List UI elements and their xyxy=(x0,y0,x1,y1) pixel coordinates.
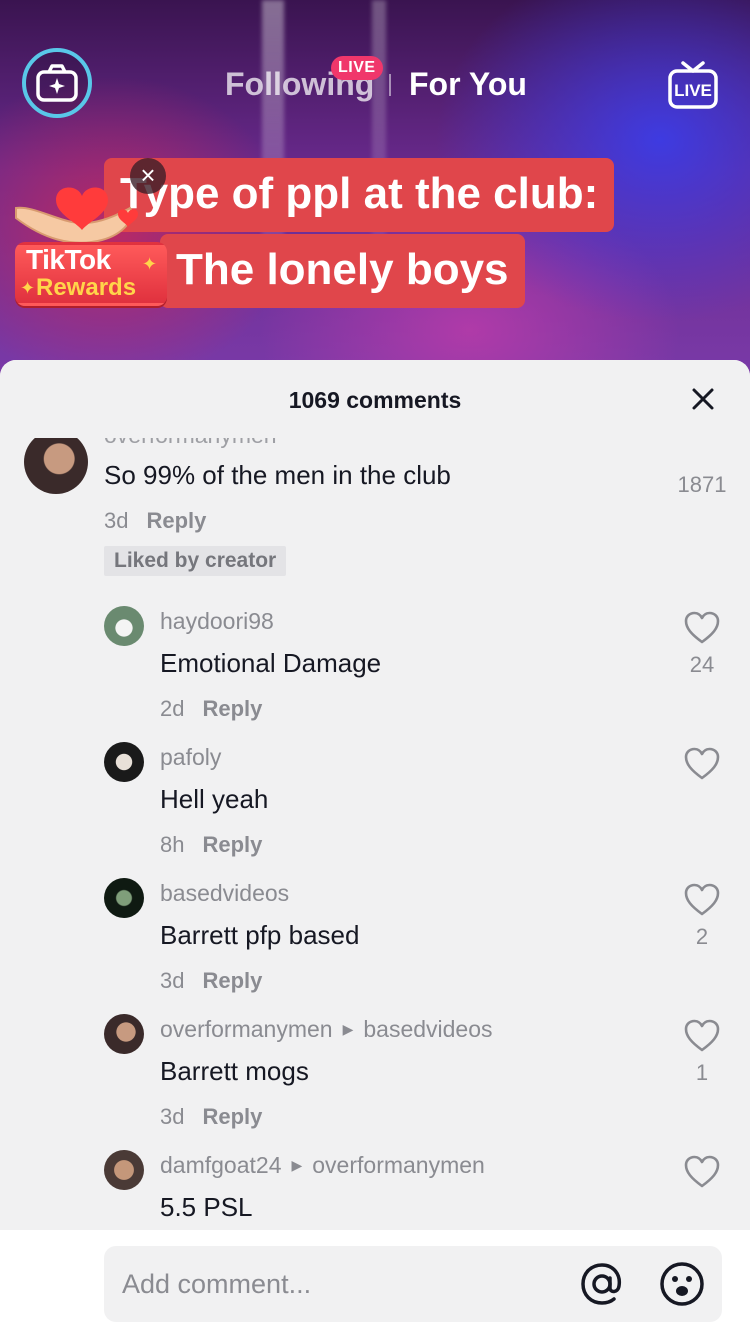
hand-heart-icon xyxy=(15,187,138,244)
heart-icon xyxy=(684,1019,720,1052)
heart-icon xyxy=(684,1155,720,1188)
comment-time: 2d xyxy=(160,696,185,721)
reply-button[interactable]: Reply xyxy=(202,696,262,721)
video-caption-line2: The lonely boys xyxy=(160,234,525,308)
comment-username[interactable]: pafoly xyxy=(160,744,221,771)
like-count: 24 xyxy=(689,652,715,677)
reply-to-username[interactable]: overformanymen xyxy=(312,1152,485,1178)
tab-for-you[interactable]: For You xyxy=(409,66,527,103)
tab-divider xyxy=(389,74,391,96)
comments-sheet: 1069 comments overformanymen So 99% of t… xyxy=(0,360,750,1334)
live-tv-icon: LIVE xyxy=(668,61,718,109)
heart-icon xyxy=(684,747,720,780)
comments-list[interactable]: overformanymen So 99% of the men in the … xyxy=(0,420,750,1230)
live-badge: LIVE xyxy=(331,56,383,80)
live-tv-label: LIVE xyxy=(674,81,712,100)
video-background[interactable]: Following LIVE For You LIVE Type of ppl … xyxy=(0,0,750,380)
comment-username-line: damfgoat24 ▶ overformanymen xyxy=(160,1152,485,1179)
like-button[interactable] xyxy=(682,1154,722,1195)
like-count: 1 xyxy=(695,1060,709,1085)
avatar[interactable] xyxy=(104,742,144,782)
reply-button[interactable]: Reply xyxy=(202,832,262,857)
heart-icon xyxy=(684,883,720,916)
rewards-subtitle: Rewards xyxy=(36,274,137,301)
comment-time: 3d xyxy=(160,1104,185,1129)
reply-arrow-icon: ▶ xyxy=(342,1021,354,1037)
avatar[interactable] xyxy=(104,878,144,918)
comment-time: 3d xyxy=(160,968,185,993)
comment-username[interactable]: basedvideos xyxy=(160,880,289,907)
avatar[interactable] xyxy=(104,1150,144,1190)
comment-meta: 3d Reply xyxy=(160,1104,262,1130)
mention-icon[interactable] xyxy=(578,1260,626,1308)
video-caption-line1: Type of ppl at the club: xyxy=(104,158,615,232)
reply-button[interactable]: Reply xyxy=(202,968,262,993)
reply-arrow-icon: ▶ xyxy=(291,1157,303,1173)
like-count: 2 xyxy=(695,924,709,949)
close-icon[interactable] xyxy=(688,384,718,414)
comment-username[interactable]: haydoori98 xyxy=(160,608,274,635)
like-count: 1871 xyxy=(677,472,727,497)
heart-icon xyxy=(684,611,720,644)
avatar[interactable] xyxy=(104,1014,144,1054)
comment-meta: 2d Reply xyxy=(160,696,262,722)
tiktok-rewards-promo[interactable]: × TikTok ✦ ✦ Rewards xyxy=(10,158,170,310)
comment-time: 8h xyxy=(160,832,185,857)
sparkle-icon: ✦ xyxy=(20,278,36,298)
comment-time: 3d xyxy=(104,508,129,533)
comment-username[interactable]: damfgoat24 xyxy=(160,1152,281,1178)
rewards-close-button[interactable]: × xyxy=(130,158,166,194)
comment-meta: 8h Reply xyxy=(160,832,262,858)
reply-to-username[interactable]: basedvideos xyxy=(363,1016,492,1042)
sparkle-icon: ✦ xyxy=(142,254,158,274)
reply-button[interactable]: Reply xyxy=(146,508,206,533)
comment-text: Barrett pfp based xyxy=(160,920,360,950)
liked-by-creator-badge: Liked by creator xyxy=(104,546,287,576)
like-button[interactable] xyxy=(682,882,722,923)
avatar[interactable] xyxy=(104,606,144,646)
comment-username-line: overformanymen ▶ basedvideos xyxy=(160,1016,493,1043)
comment-text: Hell yeah xyxy=(160,784,269,814)
comment-text: Barrett mogs xyxy=(160,1056,309,1086)
comment-meta: 3d Reply xyxy=(160,968,262,994)
like-button[interactable] xyxy=(682,1018,722,1059)
comment-input-bar xyxy=(0,1230,750,1334)
live-tv-button[interactable]: LIVE xyxy=(666,60,720,112)
reply-button[interactable]: Reply xyxy=(202,1104,262,1129)
comment-text: 5.5 PSL xyxy=(160,1192,253,1222)
comment-input[interactable] xyxy=(122,1246,562,1322)
feed-tabs: Following LIVE For You xyxy=(0,56,750,104)
rewards-title: TikTok xyxy=(26,244,111,275)
comment-username[interactable]: overformanymen xyxy=(160,1016,333,1042)
comment-meta: 3d Reply xyxy=(104,508,206,534)
like-button[interactable] xyxy=(682,746,722,787)
comment-text: Emotional Damage xyxy=(160,648,382,678)
comment-input-box[interactable] xyxy=(104,1246,722,1322)
avatar[interactable] xyxy=(24,430,88,494)
like-button[interactable] xyxy=(682,610,722,651)
comments-count-title: 1069 comments xyxy=(0,360,750,438)
emoji-icon[interactable] xyxy=(658,1260,706,1308)
comment-text: So 99% of the men in the club xyxy=(104,460,451,490)
